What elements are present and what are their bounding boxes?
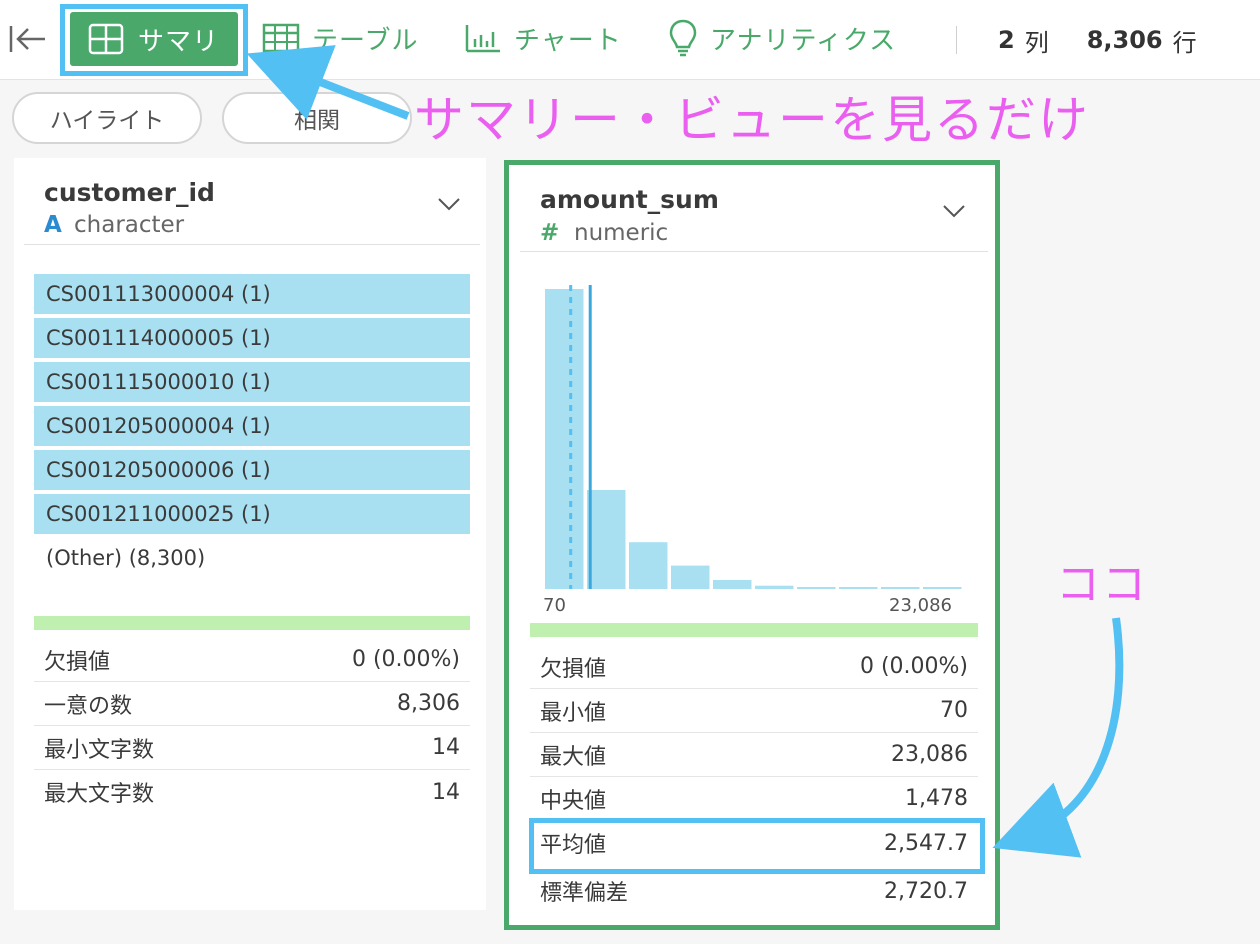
stat-label: 最大値 — [540, 744, 607, 770]
bar-chart-icon — [465, 25, 500, 53]
histogram-bar[interactable] — [797, 587, 836, 589]
toolbar-divider — [956, 26, 957, 54]
tab-table-label: テーブル — [312, 25, 419, 56]
stat-value: 70 — [940, 698, 968, 723]
stat-value: 14 — [432, 779, 460, 805]
rows-count: 8,306 — [1086, 26, 1163, 54]
stat-value: 2,720.7 — [884, 878, 968, 904]
column-card-amount-sum: amount_sum # numeric 70 23,086 欠損値 0 (0.… — [504, 160, 1000, 930]
histogram-min-label: 70 — [543, 595, 566, 616]
stat-value: 1,478 — [905, 786, 968, 811]
top-value-bar[interactable]: CS001205000004 (1) — [34, 406, 470, 446]
histogram-bar[interactable] — [545, 289, 584, 589]
histogram[interactable] — [539, 281, 969, 593]
tab-analytics-label: アナリティクス — [710, 25, 897, 56]
header-divider — [24, 244, 480, 245]
stat-value: 0 (0.00%) — [859, 654, 968, 679]
column-type-label: numeric — [574, 220, 669, 246]
histogram-bar[interactable] — [629, 542, 668, 589]
header-divider — [520, 251, 988, 252]
stat-row-std: 標準偏差 2,720.7 — [530, 869, 978, 913]
top-toolbar: サマリ テーブル チャート アナリティクス 2 列 8,306 行 — [0, 0, 1260, 80]
arrow-to-mean-row — [992, 617, 1124, 858]
chevron-down-icon[interactable] — [436, 196, 462, 212]
correlation-button[interactable]: 相関 — [222, 92, 412, 144]
top-value-bar[interactable]: CS001115000010 (1) — [34, 362, 470, 402]
tab-chart[interactable]: チャート — [464, 16, 622, 60]
column-name: customer_id — [44, 178, 215, 207]
stat-value: 0 (0.00%) — [351, 647, 460, 672]
stat-value: 23,086 — [891, 742, 968, 767]
column-type: # numeric — [540, 220, 668, 246]
annotation-caption: サマリー・ビューを見るだけ — [414, 91, 1090, 149]
highlight-button[interactable]: ハイライト — [12, 92, 202, 144]
stat-value: 14 — [432, 735, 460, 760]
top-value-bar[interactable]: CS001211000025 (1) — [34, 494, 470, 534]
other-values-label: (Other) (8,300) — [46, 546, 206, 570]
stat-label: 標準偏差 — [540, 881, 629, 906]
stat-label: 欠損値 — [540, 656, 607, 682]
tab-summary-label: サマリ — [138, 26, 220, 57]
stat-row-median: 中央値 1,478 — [530, 777, 978, 821]
chevron-down-icon[interactable] — [941, 203, 967, 219]
column-card-customer-id: customer_id A character CS001113000004 (… — [14, 158, 486, 910]
tab-chart-label: チャート — [514, 25, 622, 56]
numeric-type-icon: # — [540, 220, 560, 246]
top-value-bar[interactable]: CS001205000006 (1) — [34, 450, 470, 490]
stat-row-missing: 欠損値 0 (0.00%) — [34, 638, 470, 682]
column-type: A character — [44, 212, 184, 238]
histogram-bar[interactable] — [923, 587, 962, 589]
column-name: amount_sum — [540, 185, 719, 214]
mean-callout-box — [529, 818, 985, 874]
stat-row-missing: 欠損値 0 (0.00%) — [530, 645, 978, 689]
missing-ratio-bar — [530, 623, 978, 637]
stat-label: 中央値 — [540, 788, 607, 814]
stat-label: 欠損値 — [44, 649, 111, 675]
tab-table[interactable]: テーブル — [262, 16, 418, 60]
missing-ratio-bar — [34, 616, 470, 630]
columns-count: 2 — [998, 26, 1015, 54]
stat-label: 最大文字数 — [44, 782, 155, 807]
stat-value: 8,306 — [397, 691, 460, 716]
tab-analytics[interactable]: アナリティクス — [668, 16, 896, 60]
histogram-bar[interactable] — [881, 587, 920, 589]
stat-label: 最小文字数 — [44, 737, 155, 763]
histogram-bar[interactable] — [755, 585, 794, 589]
tab-summary[interactable]: サマリ — [70, 12, 238, 66]
histogram-bar[interactable] — [713, 580, 752, 589]
histogram-bar[interactable] — [671, 565, 710, 589]
stat-row-max: 最大値 23,086 — [530, 733, 978, 777]
stat-row-min-length: 最小文字数 14 — [34, 726, 470, 770]
stat-row-unique: 一意の数 8,306 — [34, 682, 470, 726]
top-value-bar[interactable]: CS001113000004 (1) — [34, 274, 470, 314]
histogram-max-label: 23,086 — [889, 595, 952, 616]
stat-label: 一意の数 — [44, 693, 133, 719]
row-column-counts: 2 列 8,306 行 — [998, 22, 1197, 58]
table-icon — [262, 23, 300, 53]
collapse-left-icon[interactable] — [8, 22, 48, 56]
stat-row-max-length: 最大文字数 14 — [34, 770, 470, 814]
histogram-bar[interactable] — [839, 587, 878, 589]
character-type-icon: A — [44, 212, 62, 238]
lightbulb-icon — [669, 19, 697, 57]
columns-unit: 列 — [1024, 28, 1049, 57]
annotation-pointer-text: ココ — [1056, 559, 1148, 610]
stat-label: 最小値 — [540, 700, 607, 726]
column-type-label: character — [74, 212, 185, 238]
top-value-bar[interactable]: CS001114000005 (1) — [34, 318, 470, 358]
histogram-bar[interactable] — [587, 490, 626, 589]
grid-icon — [88, 23, 124, 55]
stat-row-min: 最小値 70 — [530, 689, 978, 733]
rows-unit: 行 — [1172, 28, 1197, 57]
